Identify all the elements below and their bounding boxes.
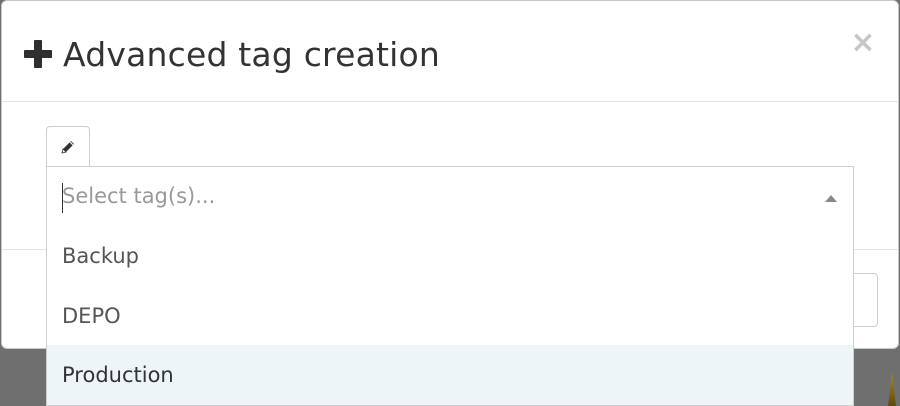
text-cursor bbox=[62, 183, 63, 213]
tag-option-production[interactable]: Production bbox=[47, 345, 853, 405]
tag-option-depo[interactable]: DEPO bbox=[47, 286, 853, 346]
close-button[interactable]: × bbox=[850, 25, 876, 61]
tag-select[interactable] bbox=[46, 166, 854, 225]
modal-title: Advanced tag creation bbox=[63, 34, 441, 74]
pencil-icon bbox=[61, 141, 74, 154]
edit-button[interactable] bbox=[46, 126, 90, 167]
modal-title-group: Advanced tag creation bbox=[24, 31, 440, 77]
caret-up-icon[interactable] bbox=[825, 195, 837, 202]
tag-search-input[interactable] bbox=[62, 178, 802, 214]
plus-icon bbox=[24, 40, 52, 68]
modal-header: Advanced tag creation × bbox=[2, 1, 898, 102]
tag-option-backup[interactable]: Backup bbox=[47, 226, 853, 286]
tag-dropdown-list: Backup DEPO Production bbox=[46, 224, 854, 406]
background-decoration bbox=[888, 372, 896, 406]
